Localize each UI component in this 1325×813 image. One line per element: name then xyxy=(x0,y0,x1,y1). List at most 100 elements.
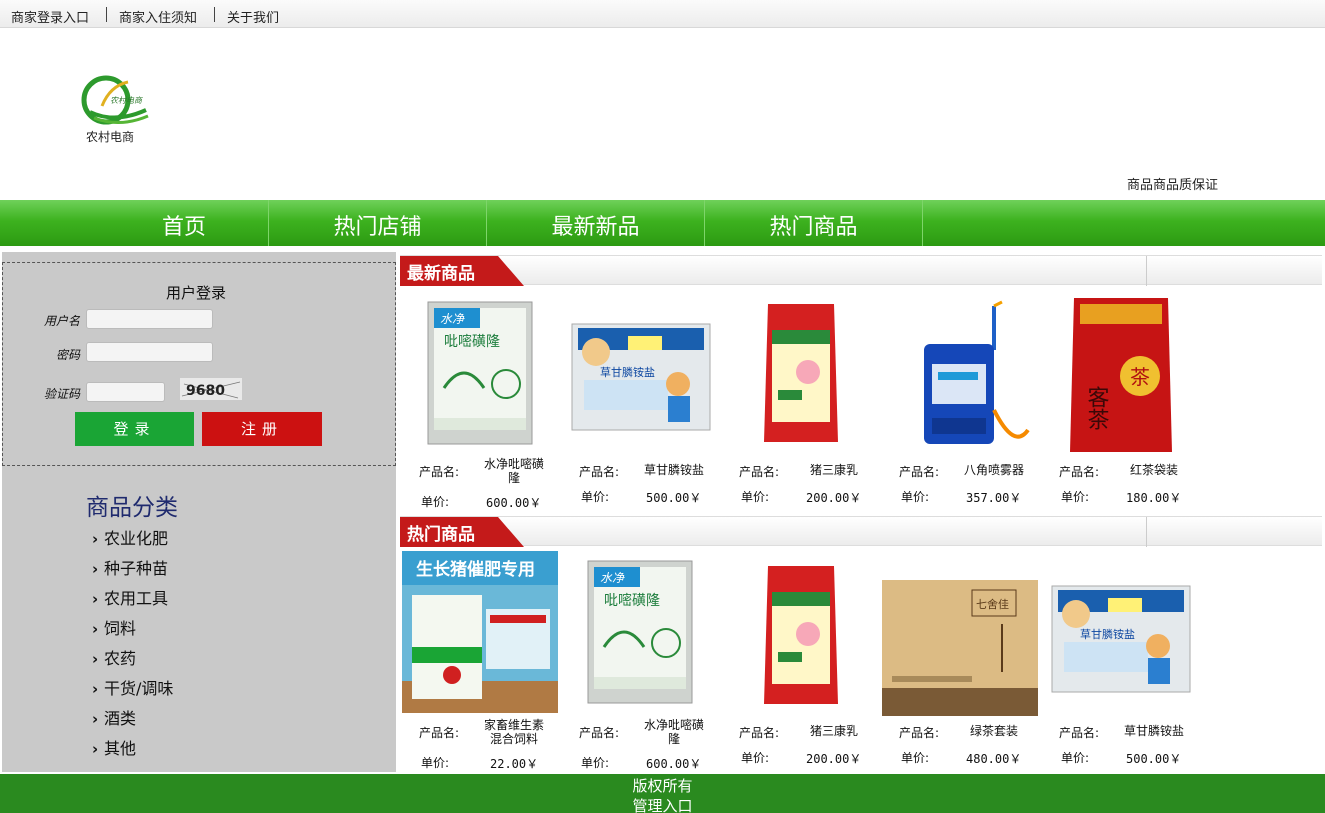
product-image[interactable]: 茶 客茶 xyxy=(1068,296,1174,454)
chevron-right-icon: › xyxy=(92,650,99,668)
category-label: 酒类 xyxy=(104,709,137,728)
copyright-text: 版权所有 xyxy=(632,777,693,795)
product-price-label: 单价: xyxy=(1061,751,1090,765)
product-name-label: 产品名: xyxy=(1059,465,1100,479)
product-price-label: 单价: xyxy=(581,756,610,770)
product-image[interactable] xyxy=(760,300,842,446)
hot-section-title: 热门商品 xyxy=(407,525,475,545)
product-image[interactable]: 七舍佳 xyxy=(882,580,1038,716)
captcha-label: 验证码 xyxy=(43,387,80,401)
product-image[interactable]: 生长猪催肥专用 xyxy=(402,551,558,713)
logo-emblem-text: 农村电商 xyxy=(110,96,143,105)
category-label: 农用工具 xyxy=(104,589,169,608)
product-name[interactable]: 八角喷雾器 xyxy=(959,463,1029,477)
chevron-right-icon: › xyxy=(92,710,99,728)
herbicide-brand: 水净 xyxy=(600,571,625,585)
register-button[interactable]: 注册 xyxy=(202,412,322,446)
category-item-seeds[interactable]: › 种子种苗 xyxy=(92,555,168,579)
category-item-dried-goods[interactable]: › 干货/调味 xyxy=(92,675,173,699)
chevron-right-icon: › xyxy=(92,560,99,578)
category-label: 其他 xyxy=(104,739,137,758)
category-item-other[interactable]: › 其他 xyxy=(92,735,136,759)
nav-hot-products[interactable]: 热门商品 xyxy=(705,200,923,246)
product-price: 200.00￥ xyxy=(806,752,862,766)
product-price-label: 单价: xyxy=(1061,490,1090,504)
product-image[interactable]: 水净 吡嘧磺隆 xyxy=(424,298,536,448)
newest-section-header: 最新商品 xyxy=(400,255,1322,286)
product-price: 500.00￥ xyxy=(1126,752,1182,766)
product-image[interactable] xyxy=(918,300,1034,450)
product-image[interactable]: 草甘膦铵盐 xyxy=(570,322,712,432)
product-price: 600.00￥ xyxy=(646,757,702,771)
product-price: 200.00￥ xyxy=(806,491,862,505)
product-name-label: 产品名: xyxy=(419,726,460,740)
footer: 版权所有 管理入口 xyxy=(0,774,1325,813)
product-name[interactable]: 草甘膦铵盐 xyxy=(1119,724,1189,738)
password-input[interactable] xyxy=(86,342,213,362)
quality-guarantee-text: 商品商品质保证 xyxy=(1127,178,1219,193)
category-item-liquor[interactable]: › 酒类 xyxy=(92,705,136,729)
section-divider xyxy=(1146,256,1147,286)
password-label: 密码 xyxy=(55,348,80,362)
product-image[interactable]: 水净 吡嘧磺隆 xyxy=(584,557,696,707)
product-price: 22.00￥ xyxy=(490,757,539,771)
product-price-label: 单价: xyxy=(421,756,450,770)
top-bar-divider xyxy=(214,7,215,22)
product-name[interactable]: 绿茶套装 xyxy=(959,724,1029,738)
category-item-fertilizer[interactable]: › 农业化肥 xyxy=(92,525,168,549)
merchant-login-link[interactable]: 商家登录入口 xyxy=(11,7,89,26)
product-price-label: 单价: xyxy=(901,490,930,504)
product-name-label: 产品名: xyxy=(739,465,780,479)
nav-new-arrivals[interactable]: 最新新品 xyxy=(487,200,705,246)
product-price: 500.00￥ xyxy=(646,491,702,505)
category-item-tools[interactable]: › 农用工具 xyxy=(92,585,168,609)
product-price: 480.00￥ xyxy=(966,752,1022,766)
section-divider xyxy=(1146,517,1147,547)
product-name-label: 产品名: xyxy=(579,465,620,479)
captcha-input[interactable] xyxy=(86,382,165,402)
product-name-label: 产品名: xyxy=(739,726,780,740)
admin-entry-link[interactable]: 管理入口 xyxy=(0,795,1325,813)
product-name[interactable]: 红茶袋装 xyxy=(1119,463,1189,477)
category-item-feed[interactable]: › 饲料 xyxy=(92,615,136,639)
category-item-pesticide[interactable]: › 农药 xyxy=(92,645,136,669)
newest-section-title: 最新商品 xyxy=(407,264,475,284)
product-name-label: 产品名: xyxy=(899,726,940,740)
product-name-label: 产品名: xyxy=(579,726,620,740)
glyphosate-name: 草甘膦铵盐 xyxy=(600,365,655,379)
username-input[interactable] xyxy=(86,309,213,329)
product-name[interactable]: 猪三康乳 xyxy=(799,463,869,477)
product-name[interactable]: 家畜维生素混合饲料 xyxy=(479,718,549,746)
merchant-notice-link[interactable]: 商家入住须知 xyxy=(119,7,197,26)
product-name[interactable]: 草甘膦铵盐 xyxy=(639,463,709,477)
product-name[interactable]: 水净吡嘧磺隆 xyxy=(479,457,549,485)
chevron-right-icon: › xyxy=(92,680,99,698)
product-name-label: 产品名: xyxy=(1059,726,1100,740)
product-image[interactable] xyxy=(760,562,842,708)
tea-char: 茶 xyxy=(1130,365,1150,389)
category-label: 种子种苗 xyxy=(104,559,169,578)
logo-emblem-icon[interactable]: 农村电商 xyxy=(80,72,150,128)
tea-box-brand: 七舍佳 xyxy=(976,597,1009,611)
product-price: 600.00￥ xyxy=(486,496,542,510)
about-us-link[interactable]: 关于我们 xyxy=(227,7,279,26)
product-name[interactable]: 猪三康乳 xyxy=(799,724,869,738)
main-nav: 首页 热门店铺 最新新品 热门商品 xyxy=(0,200,1325,246)
herbicide-name: 吡嘧磺隆 xyxy=(444,333,500,350)
login-button[interactable]: 登录 xyxy=(75,412,194,446)
login-title: 用户登录 xyxy=(166,284,227,302)
product-price-label: 单价: xyxy=(581,490,610,504)
product-price: 357.00￥ xyxy=(966,491,1022,505)
tea-brand: 客茶 xyxy=(1084,386,1110,430)
nav-home[interactable]: 首页 xyxy=(100,200,269,246)
category-label: 饲料 xyxy=(104,619,137,638)
product-price-label: 单价: xyxy=(901,751,930,765)
product-image[interactable]: 草甘膦铵盐 xyxy=(1050,584,1192,694)
top-bar: 商家登录入口 商家入住须知 关于我们 xyxy=(0,0,1325,28)
captcha-text: 9680 xyxy=(186,383,225,399)
captcha-image[interactable]: 9680 xyxy=(180,378,242,400)
nav-hot-shops[interactable]: 热门店铺 xyxy=(269,200,487,246)
hot-section-header: 热门商品 xyxy=(400,516,1322,547)
product-name[interactable]: 水净吡嘧磺隆 xyxy=(639,718,709,746)
product-price-label: 单价: xyxy=(741,751,770,765)
